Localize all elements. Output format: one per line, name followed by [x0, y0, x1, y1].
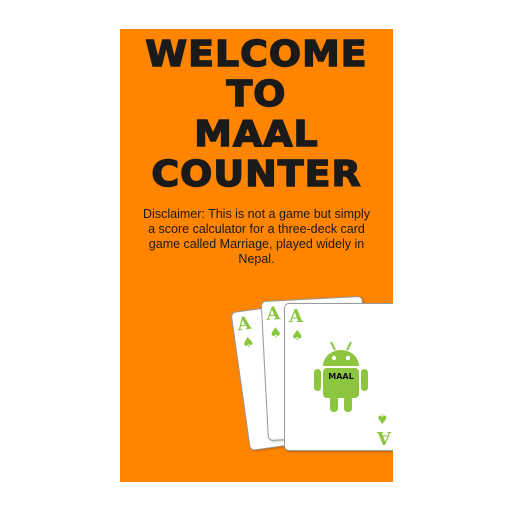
spade-icon: ♠ — [268, 325, 283, 342]
mascot-label: MAAL — [328, 372, 354, 381]
playing-card-front: A ♠ MAAL ♠ A — [284, 303, 393, 451]
title-line-4: COUNTER — [151, 154, 362, 196]
playing-cards-illustration: A ♠ A ♠ A ♠ MAAL ♠ A — [230, 291, 393, 471]
disclaimer-text: Disclaimer: This is not a game but simpl… — [143, 207, 370, 266]
app-screen: WELCOME TO MAAL COUNTER Disclaimer: This… — [120, 29, 393, 482]
welcome-title: WELCOME TO MAAL COUNTER — [120, 34, 393, 196]
spade-icon: ♠ — [240, 334, 256, 352]
title-line-1: WELCOME — [145, 34, 368, 76]
card-rank: A — [235, 312, 253, 336]
title-line-3: MAAL — [194, 114, 319, 156]
spade-icon: ♠ — [376, 410, 389, 426]
android-robot-icon: MAAL — [311, 338, 371, 418]
card-rank: A — [289, 306, 303, 327]
spade-icon: ♠ — [291, 328, 304, 344]
title-line-2: TO — [226, 74, 287, 116]
card-rank: A — [265, 303, 281, 325]
card-rank-bottom: A — [377, 427, 391, 448]
